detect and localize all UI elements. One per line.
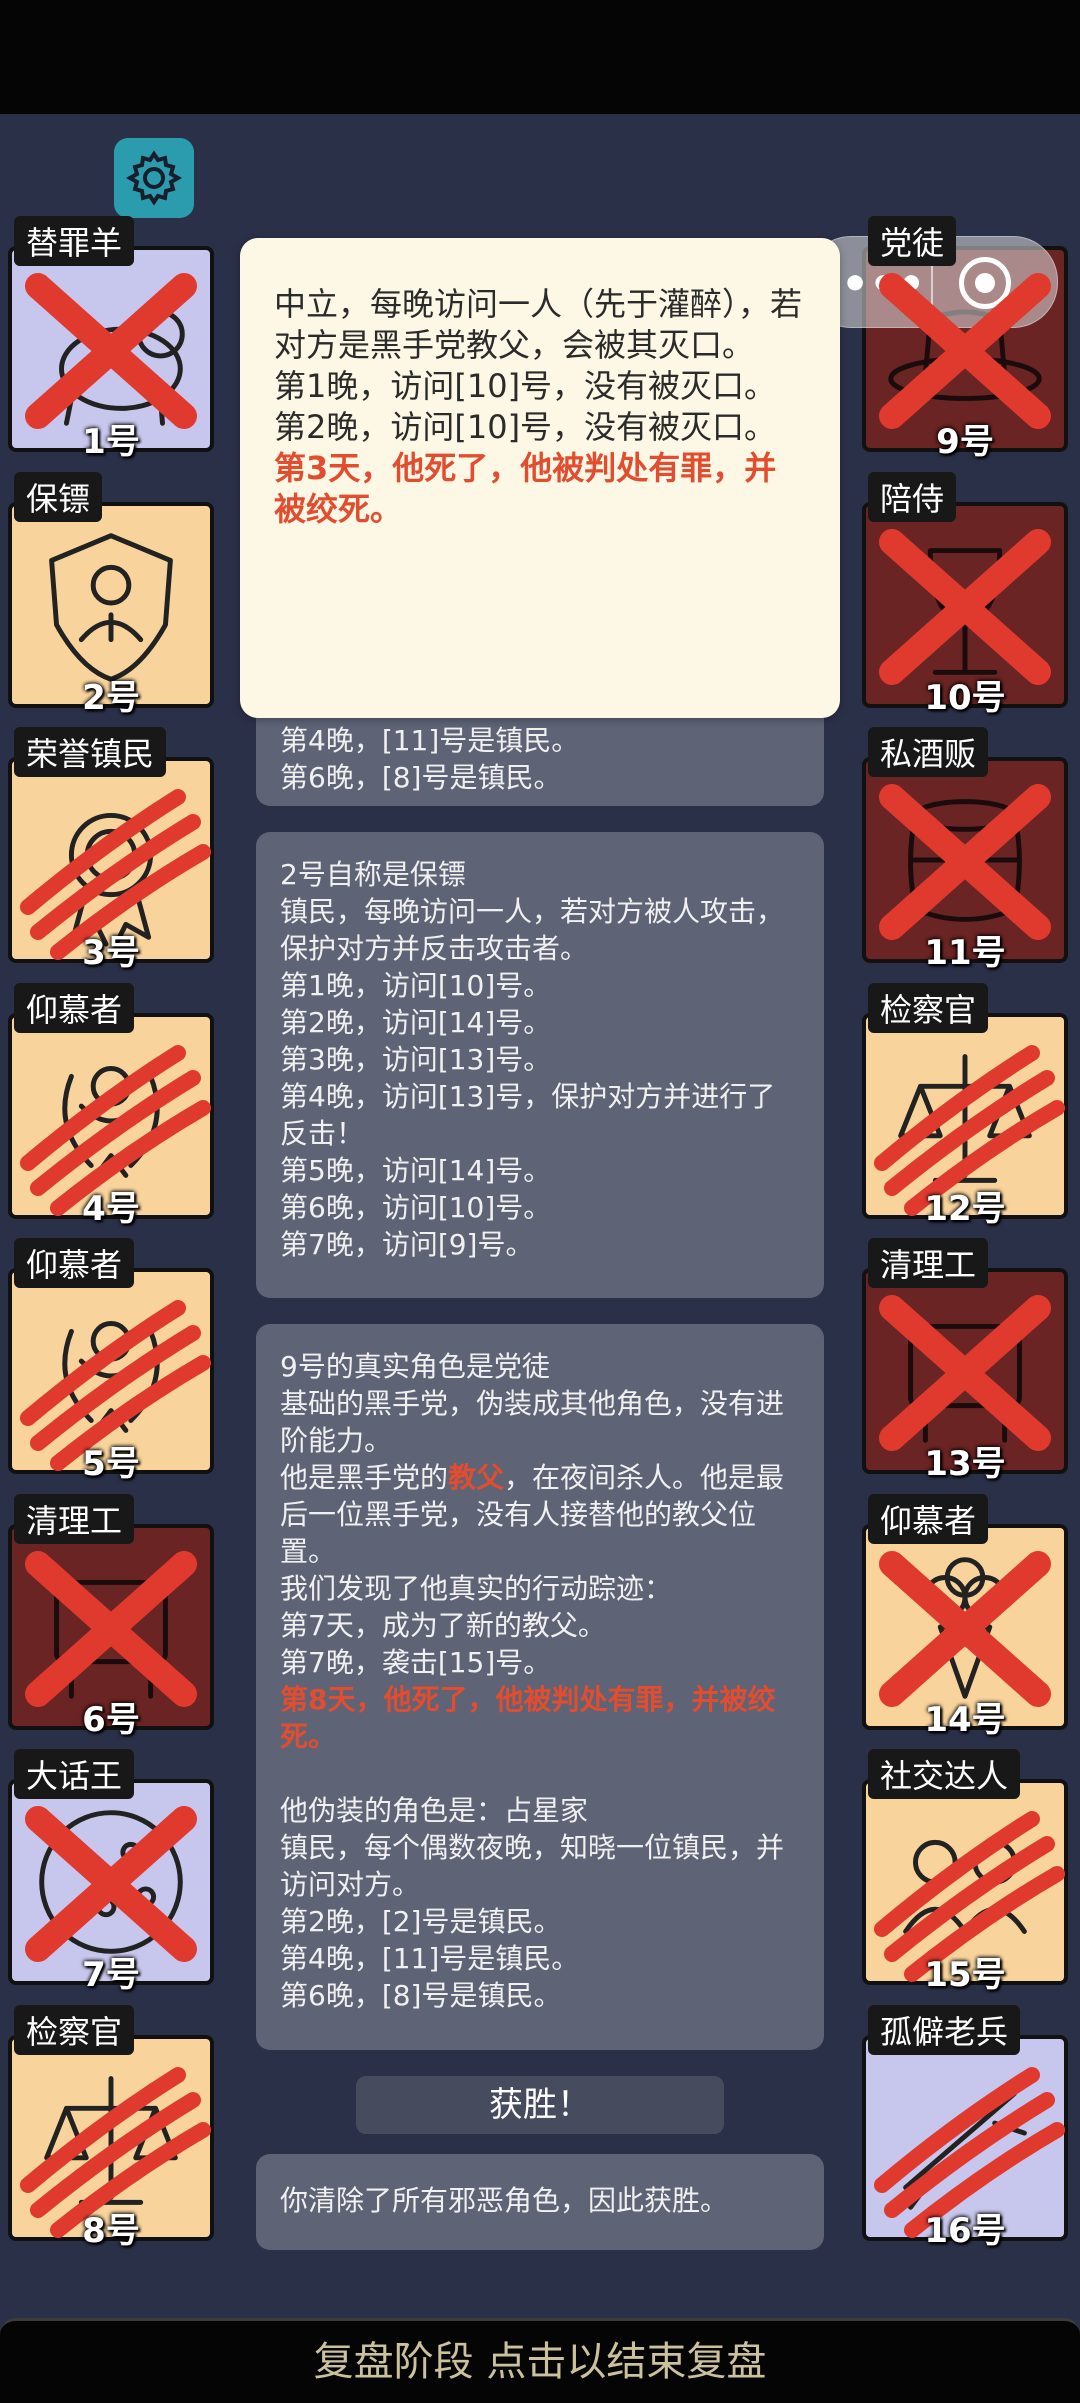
player-number: 3号 <box>82 933 140 973</box>
player-number: 12号 <box>924 1189 1006 1229</box>
player-card[interactable]: 社交达人 15号 <box>862 1749 1068 1995</box>
player-number: 13号 <box>924 1444 1006 1484</box>
player-role-label: 党徒 <box>868 216 957 266</box>
player-role-label: 替罪羊 <box>14 216 135 266</box>
player-number: 15号 <box>924 1955 1006 1995</box>
player-number: 5号 <box>82 1444 140 1484</box>
log-line: 第4晚，[11]号是镇民。 <box>280 724 580 757</box>
tooltip-line: 中立，每晚访问一人（先于灌醉），若对方是黑手党教父，会被其灭口。 <box>274 285 803 364</box>
player-card[interactable]: 荣誉镇民 3号 <box>8 727 214 973</box>
settings-button[interactable] <box>114 138 194 218</box>
player-role-label: 私酒贩 <box>868 727 989 777</box>
player-card[interactable]: 大话王 7号 <box>8 1749 214 1995</box>
log-line: 2号自称是保镖 <box>280 858 466 891</box>
player-role-label: 清理工 <box>14 1494 135 1544</box>
player-role-label: 社交达人 <box>868 1749 1021 1799</box>
log-line: 第6晚，[8]号是镇民。 <box>280 761 562 794</box>
log-line: 第7天，成为了新的教父。 <box>280 1609 606 1642</box>
log-line: 第4晚，[11]号是镇民。 <box>280 1942 580 1975</box>
role-tooltip: 中立，每晚访问一人（先于灌醉），若对方是黑手党教父，会被其灭口。 第1晚，访问[… <box>240 238 840 718</box>
player-role-label: 检察官 <box>868 983 989 1033</box>
player-role-label: 仰慕者 <box>14 983 135 1033</box>
death-line: 第8天，他死了，他被判处有罪，并被绞死。 <box>280 1683 776 1753</box>
victory-button[interactable]: 获胜！ <box>356 2076 724 2134</box>
log-line: 第6晚，[8]号是镇民。 <box>280 1979 562 2012</box>
log-panel-mafia-reveal: 9号的真实角色是党徒 基础的黑手党，伪装成其他角色，没有进阶能力。 他是黑手党的… <box>256 1324 824 2050</box>
player-card[interactable]: 仰慕者 14号 <box>862 1494 1068 1740</box>
log-line: 第7晚，访问[9]号。 <box>280 1228 534 1261</box>
end-review-button[interactable]: 复盘阶段 点击以结束复盘 <box>0 2318 1080 2403</box>
player-number: 11号 <box>924 933 1006 973</box>
player-number: 9号 <box>936 422 994 462</box>
player-card[interactable]: 仰慕者 5号 <box>8 1238 214 1484</box>
player-role-label: 仰慕者 <box>868 1494 989 1544</box>
player-role-label: 大话王 <box>14 1749 135 1799</box>
log-line: 第6晚，访问[10]号。 <box>280 1191 552 1224</box>
player-number: 16号 <box>924 2211 1006 2251</box>
player-card[interactable]: 私酒贩 11号 <box>862 727 1068 973</box>
player-number: 8号 <box>82 2211 140 2251</box>
log-line: 基础的黑手党，伪装成其他角色，没有进阶能力。 <box>280 1387 785 1457</box>
player-number: 1号 <box>82 422 140 462</box>
player-number: 10号 <box>924 678 1006 718</box>
player-number: 4号 <box>82 1189 140 1229</box>
tooltip-line: 第2晚，访问[10]号，没有被灭口。 <box>274 408 777 446</box>
log-line: 镇民，每晚访问一人，若对方被人攻击，保护对方并反击攻击者。 <box>280 895 785 965</box>
log-line: 镇民，每个偶数夜晚，知晓一位镇民，并访问对方。 <box>280 1831 785 1901</box>
status-bar <box>0 0 1080 114</box>
player-role-label: 检察官 <box>14 2005 135 2055</box>
log-line: 他伪装的角色是：占星家 <box>280 1794 589 1827</box>
player-number: 2号 <box>82 678 140 718</box>
log-panel-bodyguard: 2号自称是保镖 镇民，每晚访问一人，若对方被人攻击，保护对方并反击攻击者。 第1… <box>256 832 824 1298</box>
player-number: 14号 <box>924 1700 1006 1740</box>
player-role-label: 仰慕者 <box>14 1238 135 1288</box>
log-line: 第3晚，访问[13]号。 <box>280 1043 552 1076</box>
log-text: 他是黑手党的 <box>280 1461 449 1494</box>
log-line: 第7晚，袭击[15]号。 <box>280 1646 552 1679</box>
tooltip-death-line: 第3天，他死了，他被判处有罪，并被绞死。 <box>274 449 777 528</box>
player-card[interactable]: 替罪羊 1号 <box>8 216 214 462</box>
player-card[interactable]: 检察官 8号 <box>8 2005 214 2251</box>
tooltip-line: 第1晚，访问[10]号，没有被灭口。 <box>274 367 777 405</box>
log-line: 第2晚，访问[14]号。 <box>280 1006 552 1039</box>
log-line: 第2晚，[2]号是镇民。 <box>280 1905 562 1938</box>
log-panel-result: 你清除了所有邪恶角色，因此获胜。 <box>256 2154 824 2250</box>
player-role-label: 陪侍 <box>868 472 957 522</box>
player-card[interactable]: 清理工 6号 <box>8 1494 214 1740</box>
player-role-label: 孤僻老兵 <box>868 2005 1021 2055</box>
player-number: 6号 <box>82 1700 140 1740</box>
log-line: 他是黑手党的教父，在夜间杀人。他是最后一位黑手党，没有人接替他的教父位置。 <box>280 1459 800 1570</box>
log-line: 第5晚，访问[14]号。 <box>280 1154 552 1187</box>
player-card[interactable]: 仰慕者 4号 <box>8 983 214 1229</box>
log-line: 第4晚，访问[13]号，保护对方并进行了反击！ <box>280 1080 776 1150</box>
player-card[interactable]: 孤僻老兵 16号 <box>862 2005 1068 2251</box>
log-line: 第1晚，访问[10]号。 <box>280 969 552 1002</box>
player-card[interactable]: 检察官 12号 <box>862 983 1068 1229</box>
player-card[interactable]: 保镖 2号 <box>8 472 214 718</box>
godfather-highlight: 教父 <box>448 1461 505 1494</box>
player-card[interactable]: 清理工 13号 <box>862 1238 1068 1484</box>
log-line: 我们发现了他真实的行动踪迹： <box>280 1572 673 1605</box>
result-text: 你清除了所有邪恶角色，因此获胜。 <box>280 2184 729 2217</box>
player-role-label: 保镖 <box>14 472 103 522</box>
player-number: 7号 <box>82 1955 140 1995</box>
player-card[interactable]: 党徒 9号 <box>862 216 1068 462</box>
player-role-label: 荣誉镇民 <box>14 727 167 777</box>
log-line: 9号的真实角色是党徒 <box>280 1350 550 1383</box>
player-role-label: 清理工 <box>868 1238 989 1288</box>
player-card[interactable]: 陪侍 10号 <box>862 472 1068 718</box>
gear-icon <box>125 150 183 206</box>
